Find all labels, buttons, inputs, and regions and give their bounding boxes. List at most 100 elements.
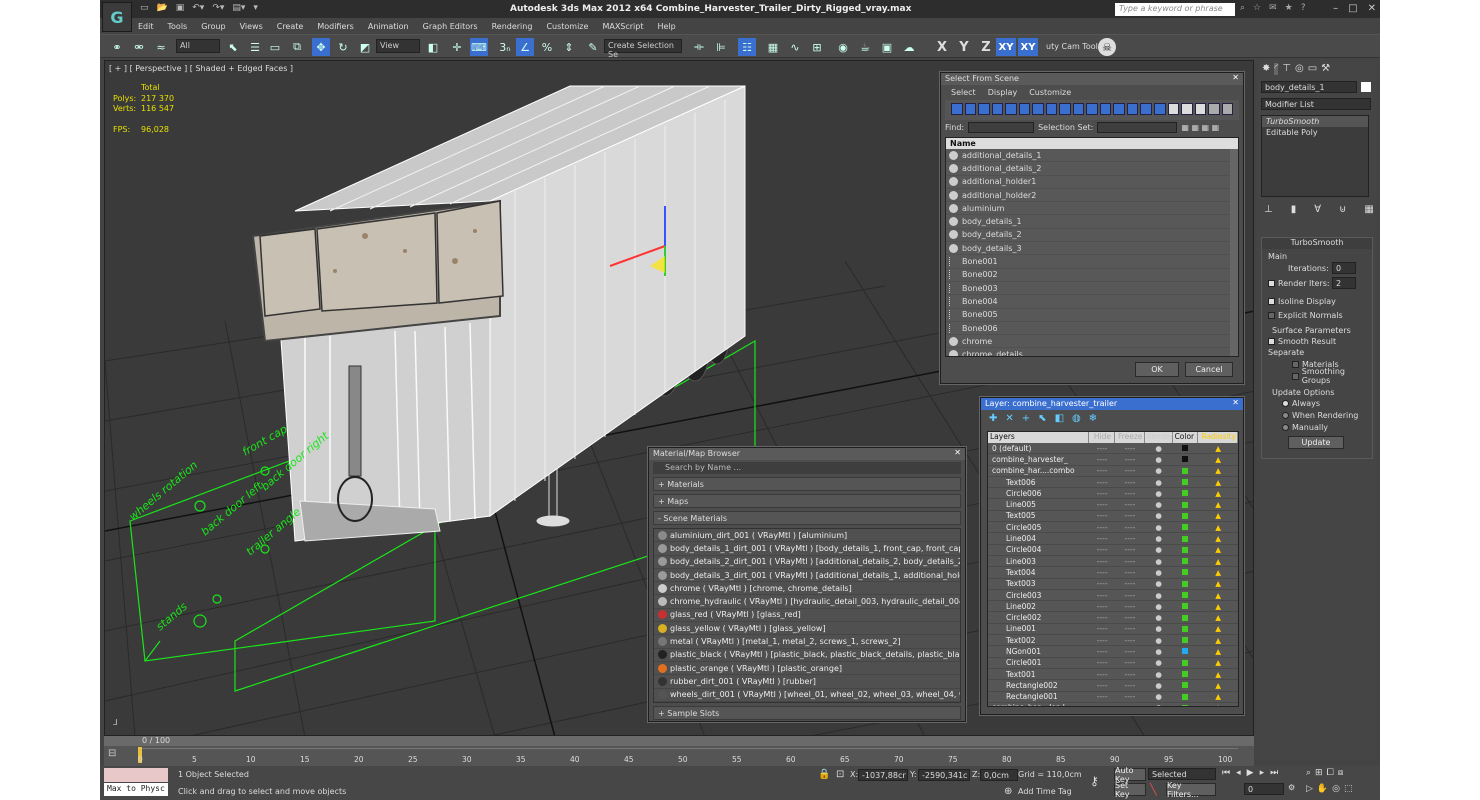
layer-hide-toggle[interactable]: ----: [1089, 534, 1115, 543]
graphite-modeling-icon[interactable]: ▦: [764, 38, 782, 56]
zoom-extents-icon[interactable]: ⧠: [1327, 768, 1334, 778]
layer-hide-toggle[interactable]: ----: [1089, 500, 1115, 509]
y-coord-field[interactable]: -2590,341c: [918, 769, 970, 781]
rollout-materials[interactable]: + Materials: [653, 477, 961, 491]
layer-render-toggle[interactable]: ●: [1145, 591, 1173, 600]
layer-row[interactable]: Circle001 ---- ---- ● ▲: [988, 658, 1238, 669]
axis-xy-button[interactable]: XY: [996, 38, 1016, 56]
x-coord-field[interactable]: -1037,88cr: [858, 769, 908, 781]
sfs-menu-display[interactable]: Display: [988, 88, 1018, 97]
quick-access-dropdown-icon[interactable]: ▾: [253, 3, 258, 13]
time-slider[interactable]: 0 / 100: [104, 736, 1254, 746]
hide-all-layers-icon[interactable]: ◍: [1072, 413, 1081, 425]
update-button[interactable]: Update: [1288, 436, 1344, 449]
layer-radiosity-toggle[interactable]: ▲: [1198, 568, 1238, 577]
layer-radiosity-toggle[interactable]: ▲: [1198, 624, 1238, 633]
communication-icon[interactable]: ✉: [1269, 3, 1277, 13]
add-to-layer-icon[interactable]: +: [1022, 413, 1030, 425]
layer-name[interactable]: Line001: [988, 624, 1089, 633]
timeline-ruler[interactable]: 0 5 10 15 20 25 30 35 40 45 50 55 60 65 70 75 80 85 90 95 10…: [138, 747, 1238, 764]
layer-freeze-toggle[interactable]: ----: [1115, 692, 1145, 701]
object-list-item[interactable]: body_details_3: [946, 242, 1238, 256]
layer-render-toggle[interactable]: ●: [1145, 579, 1173, 588]
skull-icon[interactable]: ☠: [1098, 38, 1116, 56]
filter-options-icon[interactable]: [1221, 103, 1234, 115]
snaps-toggle-icon[interactable]: 3ₙ: [496, 38, 514, 56]
select-dependents-icon[interactable]: [1126, 103, 1139, 115]
layer-freeze-toggle[interactable]: ----: [1115, 523, 1145, 532]
isoline-checkbox[interactable]: [1268, 297, 1275, 305]
edit-named-selection-icon[interactable]: ✎: [584, 38, 602, 56]
percent-snap-icon[interactable]: %: [538, 38, 556, 56]
layer-render-toggle[interactable]: ●: [1145, 557, 1173, 566]
find-input[interactable]: [968, 122, 1035, 133]
undo-icon[interactable]: ↶▾: [192, 3, 204, 13]
maxscript-mini-listener[interactable]: [104, 768, 168, 782]
display-spacewarps-icon[interactable]: [1018, 103, 1031, 115]
angle-snap-icon[interactable]: ∠: [516, 38, 534, 56]
layer-hide-toggle[interactable]: ----: [1089, 591, 1115, 600]
render-production-icon[interactable]: ☁: [900, 38, 918, 56]
key-filters-button[interactable]: Key Filters...: [1166, 781, 1216, 799]
layer-render-toggle[interactable]: ●: [1145, 602, 1173, 611]
pin-stack-icon[interactable]: ⊥: [1264, 204, 1273, 215]
layer-row[interactable]: Circle002 ---- ---- ● ▲: [988, 612, 1238, 624]
layer-hide-toggle[interactable]: ----: [1089, 455, 1115, 464]
object-list-item[interactable]: Bone004: [946, 295, 1238, 309]
axis-xy-cycle-button[interactable]: XY: [1018, 38, 1038, 56]
object-list-item[interactable]: Bone001: [946, 255, 1238, 269]
object-list-item[interactable]: chrome_details: [946, 348, 1238, 356]
help-search-input[interactable]: Type a keyword or phrase: [1115, 3, 1235, 16]
layer-radiosity-toggle[interactable]: ▲: [1198, 647, 1238, 656]
selection-filter-dropdown[interactable]: All: [176, 39, 220, 53]
layer-radiosity-toggle[interactable]: ▲: [1198, 579, 1238, 588]
layer-row[interactable]: Text001 ---- ---- ● ▲: [988, 669, 1238, 681]
layer-radiosity-toggle[interactable]: ▲: [1198, 602, 1238, 611]
layer-render-toggle[interactable]: ●: [1145, 703, 1173, 706]
go-to-end-icon[interactable]: ⏭: [1270, 768, 1278, 778]
menu-help[interactable]: Help: [658, 22, 676, 31]
layer-name[interactable]: NGon001: [988, 647, 1089, 656]
window-crossing-icon[interactable]: ⧉: [288, 38, 306, 56]
spinner-snap-icon[interactable]: ⇕: [560, 38, 578, 56]
time-config-icon[interactable]: ⚙: [1288, 783, 1295, 792]
menu-tools[interactable]: Tools: [168, 22, 188, 31]
material-item[interactable]: glass_yellow ( VRayMtl ) [glass_yellow]: [654, 622, 960, 636]
layer-color-cell[interactable]: [1173, 535, 1199, 542]
layer-color-cell[interactable]: [1173, 671, 1199, 678]
add-time-tag[interactable]: Add Time Tag: [1018, 787, 1072, 796]
layer-color-cell[interactable]: [1173, 445, 1199, 452]
layer-name[interactable]: Line002: [988, 602, 1089, 611]
layer-radiosity-toggle[interactable]: ▲: [1198, 670, 1238, 679]
create-tab-icon[interactable]: ✸: [1262, 63, 1270, 75]
layer-freeze-toggle[interactable]: ----: [1115, 534, 1145, 543]
ok-button[interactable]: OK: [1135, 362, 1179, 377]
axis-x-button[interactable]: X: [932, 38, 952, 56]
column-radiosity[interactable]: Radiosity: [1198, 432, 1238, 443]
layer-color-cell[interactable]: [1173, 580, 1199, 587]
layer-radiosity-toggle[interactable]: ▲: [1198, 500, 1238, 509]
layer-radiosity-toggle[interactable]: ▲: [1198, 545, 1238, 554]
play-icon[interactable]: ▶: [1247, 768, 1254, 778]
menu-maxscript[interactable]: MAXScript: [602, 22, 643, 31]
remove-modifier-icon[interactable]: ⊍: [1339, 204, 1346, 215]
material-item[interactable]: chrome_hydraulic ( VRayMtl ) [hydraulic_…: [654, 595, 960, 609]
materials-checkbox[interactable]: [1292, 360, 1299, 368]
set-key-button[interactable]: Set Key: [1114, 781, 1146, 799]
smooth-result-checkbox[interactable]: [1268, 337, 1275, 345]
layer-radiosity-toggle[interactable]: ▲: [1198, 613, 1238, 622]
layer-hide-toggle[interactable]: ----: [1089, 579, 1115, 588]
display-bones-icon[interactable]: [1059, 103, 1071, 115]
rollout-scene-materials[interactable]: - Scene Materials: [653, 511, 961, 525]
layer-freeze-toggle[interactable]: ----: [1115, 591, 1145, 600]
layer-color-cell[interactable]: [1173, 569, 1199, 576]
display-shapes-icon[interactable]: [964, 103, 977, 115]
layer-color-cell[interactable]: [1173, 501, 1199, 508]
object-list-item[interactable]: additional_details_2: [946, 162, 1238, 176]
subscription-icon[interactable]: ☆: [1253, 3, 1261, 13]
layer-freeze-toggle[interactable]: ----: [1115, 511, 1145, 520]
object-list-item[interactable]: body_details_2: [946, 229, 1238, 243]
select-by-name-icon[interactable]: ☰: [246, 38, 264, 56]
turbosmooth-rollout-title[interactable]: TurboSmooth: [1262, 238, 1372, 249]
layer-name[interactable]: Circle001: [988, 658, 1089, 667]
